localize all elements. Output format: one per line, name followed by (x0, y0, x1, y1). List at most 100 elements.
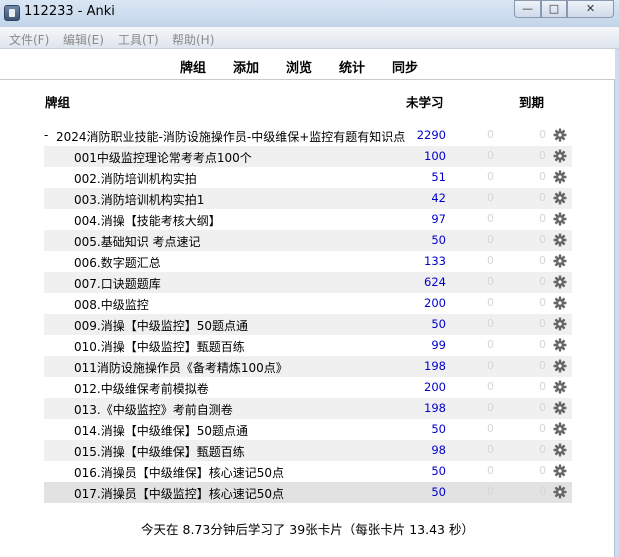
gear-icon[interactable] (553, 380, 567, 394)
toolbar-browse[interactable]: 浏览 (286, 57, 312, 76)
learn-count: 0 (487, 212, 494, 225)
deck-name[interactable]: 010.消操【中级监控】甄题百练 (74, 338, 245, 355)
deck-row[interactable]: 008.中级监控 200 0 0 (44, 293, 572, 314)
new-count: 198 (424, 359, 446, 373)
deck-row[interactable]: 005.基础知识 考点速记 50 0 0 (44, 230, 572, 251)
deck-row[interactable]: 017.消操员【中级监控】核心速记50点 50 0 0 (44, 482, 572, 503)
due-count: 0 (539, 212, 546, 225)
deck-row[interactable]: -2024消防职业技能-消防设施操作员-中级维保+监控有题有知识点 2290 0 0 (44, 125, 572, 146)
menu-bar: 文件(F) 编辑(E) 工具(T) 帮助(H) (0, 27, 619, 49)
menu-edit[interactable]: 编辑(E) (63, 31, 104, 48)
toolbar-sync[interactable]: 同步 (392, 57, 418, 76)
new-count: 98 (431, 443, 446, 457)
deck-name[interactable]: 011消防设施操作员《备考精炼100点》 (74, 359, 288, 376)
new-count: 99 (431, 338, 446, 352)
menu-file[interactable]: 文件(F) (9, 31, 49, 48)
deck-name[interactable]: 013.《中级监控》考前自测卷 (74, 401, 233, 418)
learn-count: 0 (487, 233, 494, 246)
learn-count: 0 (487, 401, 494, 414)
deck-row[interactable]: 004.消操【技能考核大纲】 97 0 0 (44, 209, 572, 230)
deck-name[interactable]: 014.消操【中级维保】50题点通 (74, 422, 248, 439)
deck-name[interactable]: 004.消操【技能考核大纲】 (74, 212, 221, 229)
gear-icon[interactable] (553, 338, 567, 352)
new-count: 200 (424, 380, 446, 394)
gear-icon[interactable] (553, 233, 567, 247)
gear-icon[interactable] (553, 149, 567, 163)
deck-name[interactable]: 005.基础知识 考点速记 (74, 233, 201, 250)
new-count: 50 (431, 464, 446, 478)
deck-row[interactable]: 010.消操【中级监控】甄题百练 99 0 0 (44, 335, 572, 356)
due-count: 0 (539, 359, 546, 372)
gear-icon[interactable] (553, 296, 567, 310)
maximize-button[interactable]: □ (541, 0, 567, 18)
main-content: 牌组 添加 浏览 统计 同步 牌组 未学习 到期 -2024消防职业技能-消防设… (0, 49, 615, 557)
deck-name[interactable]: 007.口诀题题库 (74, 275, 161, 292)
learn-count: 0 (487, 254, 494, 267)
gear-icon[interactable] (553, 254, 567, 268)
menu-tools[interactable]: 工具(T) (118, 31, 159, 48)
due-count: 0 (539, 275, 546, 288)
study-stats: 今天在 8.73分钟后学习了 39张卡片（每张卡片 13.43 秒） (141, 522, 474, 537)
gear-icon[interactable] (553, 275, 567, 289)
anki-app-icon (4, 5, 20, 21)
toolbar-add[interactable]: 添加 (233, 57, 259, 76)
due-count: 0 (539, 464, 546, 477)
deck-name[interactable]: 017.消操员【中级监控】核心速记50点 (74, 485, 284, 502)
new-count: 51 (431, 170, 446, 184)
learn-count: 0 (487, 128, 494, 141)
deck-name[interactable]: 2024消防职业技能-消防设施操作员-中级维保+监控有题有知识点 (56, 128, 405, 145)
deck-row[interactable]: 013.《中级监控》考前自测卷 198 0 0 (44, 398, 572, 419)
learn-count: 0 (487, 191, 494, 204)
gear-icon[interactable] (553, 485, 567, 499)
deck-name[interactable]: 008.中级监控 (74, 296, 149, 313)
toolbar-decks[interactable]: 牌组 (180, 57, 206, 76)
minimize-button[interactable]: — (514, 0, 541, 18)
deck-name[interactable]: 009.消操【中级监控】50题点通 (74, 317, 248, 334)
deck-row[interactable]: 002.消防培训机构实拍 51 0 0 (44, 167, 572, 188)
deck-row[interactable]: 016.消操员【中级维保】核心速记50点 50 0 0 (44, 461, 572, 482)
learn-count: 0 (487, 380, 494, 393)
deck-row[interactable]: 007.口诀题题库 624 0 0 (44, 272, 572, 293)
gear-icon[interactable] (553, 359, 567, 373)
deck-row[interactable]: 006.数字题汇总 133 0 0 (44, 251, 572, 272)
new-count: 133 (424, 254, 446, 268)
close-button[interactable]: ✕ (567, 0, 614, 18)
learn-count: 0 (487, 317, 494, 330)
deck-row[interactable]: 012.中级维保考前模拟卷 200 0 0 (44, 377, 572, 398)
deck-row[interactable]: 001中级监控理论常考考点100个 100 0 0 (44, 146, 572, 167)
toolbar-stats[interactable]: 统计 (339, 57, 365, 76)
gear-icon[interactable] (553, 443, 567, 457)
deck-row[interactable]: 014.消操【中级维保】50题点通 50 0 0 (44, 419, 572, 440)
gear-icon[interactable] (553, 212, 567, 226)
window-title: 112233 - Anki (24, 4, 115, 19)
deck-name[interactable]: 015.消操【中级维保】甄题百练 (74, 443, 245, 460)
deck-name[interactable]: 006.数字题汇总 (74, 254, 161, 271)
deck-row[interactable]: 011消防设施操作员《备考精炼100点》 198 0 0 (44, 356, 572, 377)
new-count: 97 (431, 212, 446, 226)
new-count: 50 (431, 233, 446, 247)
deck-name[interactable]: 016.消操员【中级维保】核心速记50点 (74, 464, 284, 481)
title-bar: 112233 - Anki — □ ✕ (0, 0, 619, 27)
due-count: 0 (539, 233, 546, 246)
deck-name[interactable]: 003.消防培训机构实拍1 (74, 191, 204, 208)
deck-name[interactable]: 001中级监控理论常考考点100个 (74, 149, 252, 166)
due-count: 0 (539, 485, 546, 498)
gear-icon[interactable] (553, 317, 567, 331)
gear-icon[interactable] (553, 191, 567, 205)
gear-icon[interactable] (553, 422, 567, 436)
gear-icon[interactable] (553, 401, 567, 415)
learn-count: 0 (487, 485, 494, 498)
deck-row[interactable]: 009.消操【中级监控】50题点通 50 0 0 (44, 314, 572, 335)
deck-name[interactable]: 002.消防培训机构实拍 (74, 170, 197, 187)
gear-icon[interactable] (553, 170, 567, 184)
due-count: 0 (539, 401, 546, 414)
due-count: 0 (539, 128, 546, 141)
collapse-toggle[interactable]: - (44, 128, 48, 142)
deck-row[interactable]: 003.消防培训机构实拍1 42 0 0 (44, 188, 572, 209)
deck-name[interactable]: 012.中级维保考前模拟卷 (74, 380, 209, 397)
menu-help[interactable]: 帮助(H) (172, 31, 214, 48)
deck-row[interactable]: 015.消操【中级维保】甄题百练 98 0 0 (44, 440, 572, 461)
new-count: 100 (424, 149, 446, 163)
gear-icon[interactable] (553, 464, 567, 478)
gear-icon[interactable] (553, 128, 567, 142)
